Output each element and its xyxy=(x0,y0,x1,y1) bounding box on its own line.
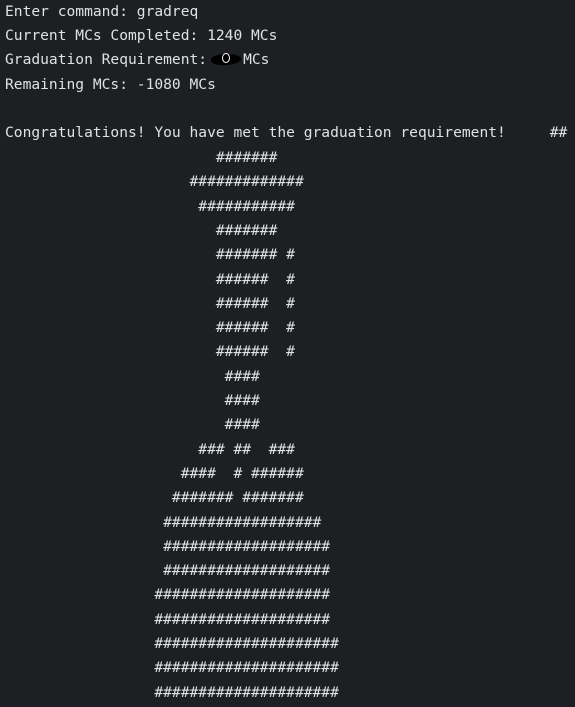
ascii-art-row: ################### xyxy=(5,537,331,555)
ascii-art-row: ####### # xyxy=(5,246,295,264)
remaining-mcs-line: Remaining MCs: -1080 MCs xyxy=(5,76,216,93)
congratulations-line: Congratulations! You have met the gradua… xyxy=(5,124,568,141)
ascii-art-row: #################### xyxy=(5,610,331,628)
ascii-art-row: #### xyxy=(5,392,260,409)
ascii-art-row: ####### xyxy=(5,221,278,239)
ascii-art-row: #### xyxy=(5,367,260,385)
command-prompt-line: Enter command: gradreq xyxy=(5,3,199,20)
ascii-art-row: #### # ###### xyxy=(5,464,304,482)
terminal-output[interactable]: Enter command: gradreq Current MCs Compl… xyxy=(0,0,575,707)
ascii-art-row: #### xyxy=(5,416,260,434)
ascii-art-row: ####### xyxy=(5,149,278,166)
mcs-completed-line: Current MCs Completed: 1240 MCs xyxy=(5,27,278,44)
ascii-art-row: ##################### xyxy=(5,659,339,677)
ascii-art-row: ###### # xyxy=(5,319,295,337)
ascii-art-row: ###### # xyxy=(5,294,295,312)
ascii-art-row: ################### xyxy=(5,562,331,580)
graduation-requirement-unit: MCs xyxy=(243,51,270,68)
ascii-art-row: ############# xyxy=(5,173,304,191)
ascii-art-row: ########### xyxy=(5,197,295,215)
ascii-art-row: ### ## ### xyxy=(5,440,295,458)
ascii-art-row: ###### # xyxy=(5,270,295,288)
ascii-art-row: ###### # xyxy=(5,343,295,361)
ascii-art-row: #################### xyxy=(5,586,331,604)
redacted-scribble-icon xyxy=(207,51,243,67)
ascii-art-row: ##################### xyxy=(5,635,339,652)
graduation-requirement-line: Graduation Requirement: MCs xyxy=(5,48,269,72)
ascii-art-row: ##################### xyxy=(5,683,339,701)
ascii-art-row: ################## xyxy=(5,513,322,531)
graduation-requirement-label: Graduation Requirement: xyxy=(5,51,208,68)
ascii-art-row: ####### ####### xyxy=(5,489,304,507)
